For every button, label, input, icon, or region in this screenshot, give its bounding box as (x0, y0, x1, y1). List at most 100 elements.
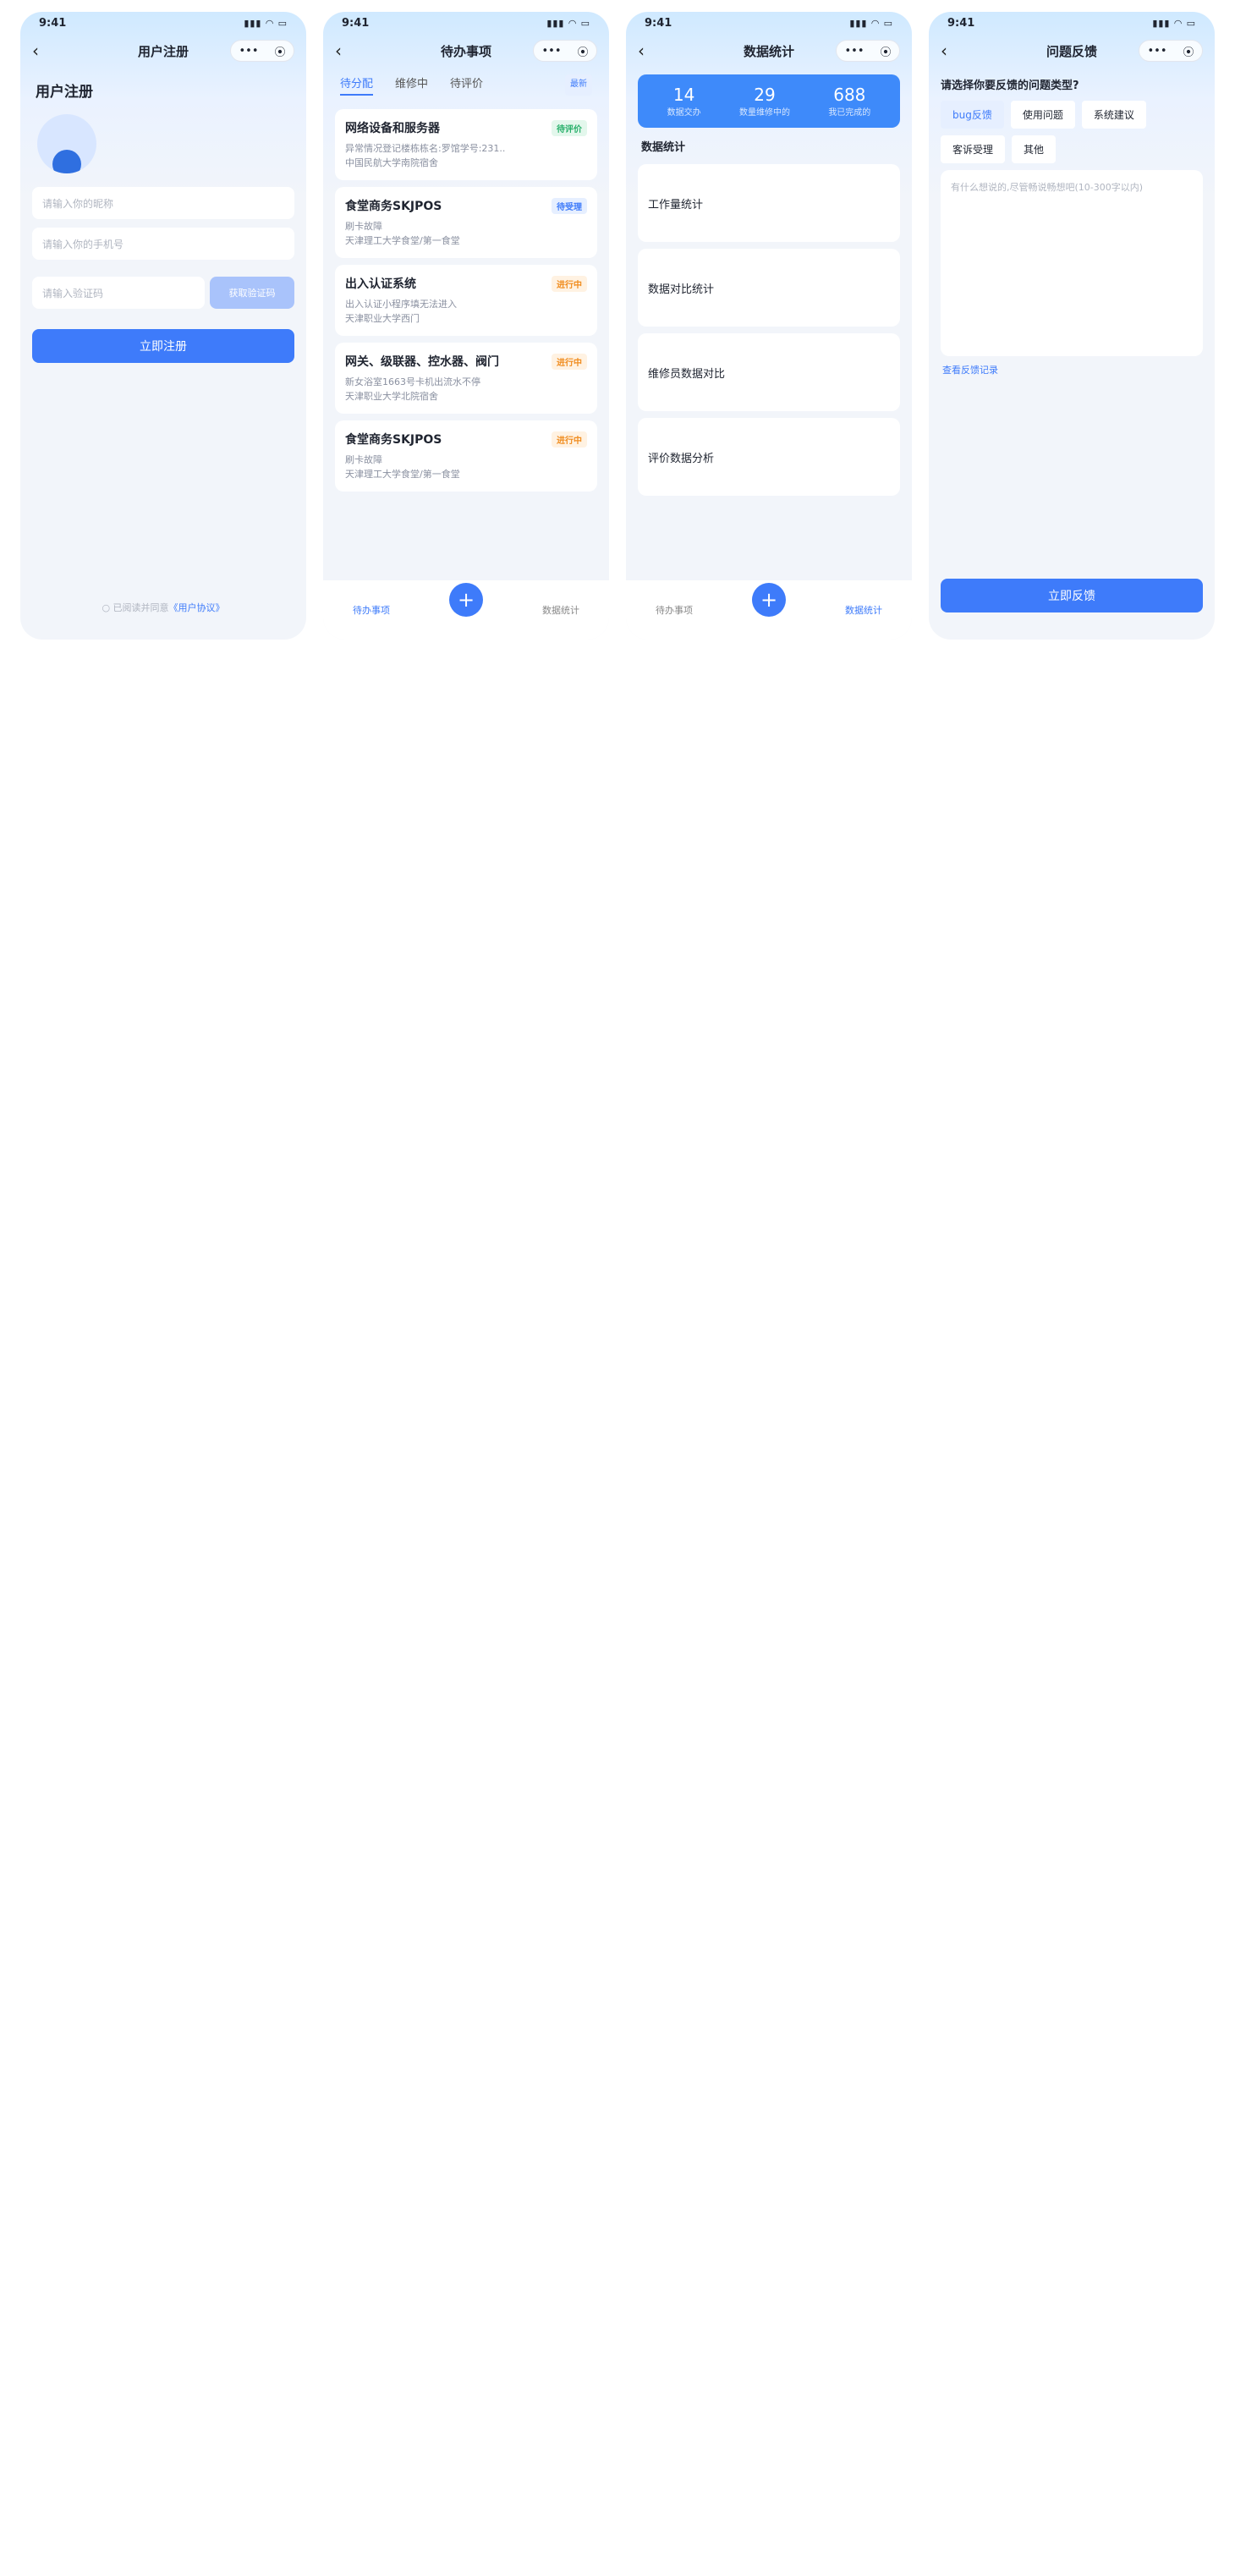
stats-worker-compare[interactable]: 维修员数据对比 (638, 333, 900, 411)
screen-stats: 9:41 ▮▮▮ ◠ ▭ ‹ 数据统计 ••• ⦿ 14 数据交办 29 数量维修中的 … (626, 12, 912, 640)
repair-title: 食堂商务SKJPOS (345, 200, 442, 213)
add-icon[interactable]: + (752, 583, 786, 617)
feedback-textarea[interactable]: 有什么想说的,尽管畅说畅想吧(10-300字以内) (941, 170, 1203, 356)
more-icon[interactable]: ••• (541, 45, 561, 58)
repair-card[interactable]: 出入认证系统 进行中出入认证小程序填无法进入 天津职业大学西门 (335, 265, 597, 336)
status-time: 9:41 (342, 16, 370, 30)
repair-card-header: 食堂商务SKJPOS 进行中 (345, 431, 587, 448)
avatar-icon (52, 150, 81, 173)
repair-desc: 出入认证小程序填无法进入 (345, 299, 457, 310)
feedback-types: bug反馈 使用问题 系统建议 客诉受理 其他 (941, 101, 1203, 163)
sort-filter[interactable]: 最新 (565, 74, 592, 96)
back-icon[interactable]: ‹ (32, 41, 39, 61)
back-icon[interactable]: ‹ (941, 41, 947, 61)
close-mini-icon[interactable]: ⦿ (880, 43, 891, 59)
repair-title: 出入认证系统 (345, 277, 416, 291)
feedback-question: 请选择你要反馈的问题类型? (941, 80, 1079, 92)
records-link[interactable]: 查看反馈记录 (942, 363, 1201, 376)
status-bar: 9:41 ▮▮▮ ◠ ▭ (323, 12, 609, 34)
close-mini-icon[interactable]: ⦿ (274, 43, 285, 59)
agree-checkbox[interactable]: ○ (102, 602, 113, 613)
back-icon[interactable]: ‹ (335, 41, 342, 61)
tab-pending-review[interactable]: 待评价 (450, 74, 483, 96)
stat-label: 我已完成的 (828, 108, 871, 118)
tabbar-stats[interactable]: 数据统计 (542, 603, 579, 617)
more-icon[interactable]: ••• (1147, 45, 1166, 58)
status-badge: 进行中 (552, 275, 587, 292)
status-bar: 9:41 ▮▮▮ ◠ ▭ (929, 12, 1215, 34)
repair-card-header: 出入认证系统 进行中 (345, 275, 587, 292)
status-time: 9:41 (645, 16, 672, 30)
repair-title: 网关、级联器、控水器、阀门 (345, 355, 499, 369)
status-badge: 待受理 (552, 197, 587, 214)
close-mini-icon[interactable]: ⦿ (577, 43, 588, 59)
todo-list: 网络设备和服务器 待评价 异常情况登记楼栋栋名:罗馆学号:231.. 中国民航大学南院… (323, 109, 609, 492)
repair-location: 天津职业大学北院宿舍 (345, 391, 438, 402)
status-badge: 待评价 (552, 119, 587, 136)
repair-card[interactable]: 食堂商务SKJPOS 待受理 刷卡故障 天津理工大学食堂/第一食堂 (335, 187, 597, 258)
status-badge: 进行中 (552, 431, 587, 448)
repair-title: 食堂商务SKJPOS (345, 433, 442, 447)
type-complaint[interactable]: 客诉受理 (941, 135, 1006, 163)
stat-block: 14 数据交办 (667, 85, 701, 118)
tabbar-stats[interactable]: 数据统计 (845, 603, 882, 617)
repair-desc: 刷卡故障 (345, 221, 382, 232)
add-icon[interactable]: + (449, 583, 483, 617)
get-code-button[interactable]: 获取验证码 (210, 277, 294, 309)
screen-todo: 9:41 ▮▮▮ ◠ ▭ ‹ 待办事项 ••• ⦿ 待分配 维修中 待评价 最新 网… (323, 12, 609, 640)
screen-feedback: 9:41 ▮▮▮ ◠ ▭ ‹ 问题反馈 ••• ⦿ 请选择你要反馈的问题类型? bu… (929, 12, 1215, 640)
repair-location: 天津职业大学西门 (345, 313, 420, 324)
repair-card[interactable]: 网络设备和服务器 待评价 异常情况登记楼栋栋名:罗馆学号:231.. 中国民航大学南院… (335, 109, 597, 180)
phone-input[interactable]: 请输入你的手机号 (32, 228, 294, 260)
tabbar: 待办事项 + 数据统计 (626, 580, 912, 640)
more-icon[interactable]: ••• (239, 45, 258, 58)
register-heading: 用户注册 (36, 84, 93, 101)
repair-card-header: 网络设备和服务器 待评价 (345, 119, 587, 136)
stat-value: 688 (833, 85, 866, 105)
repair-location: 天津理工大学食堂/第一食堂 (345, 469, 460, 480)
tabbar-todo[interactable]: 待办事项 (353, 603, 390, 617)
tabbar-todo[interactable]: 待办事项 (656, 603, 693, 617)
type-usage[interactable]: 使用问题 (1010, 101, 1075, 129)
tab-repairing[interactable]: 维修中 (395, 74, 428, 96)
stat-label: 数据交办 (667, 108, 701, 118)
capsule-menu[interactable]: ••• ⦿ (836, 40, 900, 62)
status-time: 9:41 (947, 16, 975, 30)
repair-card[interactable]: 网关、级联器、控水器、阀门 进行中新女浴室1663号卡机出流水不停 天津职业大学北院… (335, 343, 597, 414)
stats-evaluation[interactable]: 评价数据分析 (638, 418, 900, 496)
repair-desc: 新女浴室1663号卡机出流水不停 (345, 376, 480, 387)
capsule-menu[interactable]: ••• ⦿ (1139, 40, 1203, 62)
close-mini-icon[interactable]: ⦿ (1183, 43, 1194, 59)
stat-block: 688 我已完成的 (828, 85, 870, 118)
repair-card[interactable]: 食堂商务SKJPOS 进行中刷卡故障天津理工大学食堂/第一食堂 (335, 420, 597, 492)
signal-icons: ▮▮▮ ◠ ▭ (546, 17, 590, 29)
code-row: 请输入验证码 获取验证码 (20, 268, 306, 319)
repair-desc: 刷卡故障 (345, 454, 382, 465)
nickname-input[interactable]: 请输入你的昵称 (32, 187, 294, 219)
stats-summary: 14 数据交办 29 数量维修中的 688 我已完成的 (638, 74, 900, 128)
agree-text: 已阅读并同意 (113, 602, 169, 613)
tab-unassigned[interactable]: 待分配 (340, 74, 374, 96)
back-icon[interactable]: ‹ (638, 41, 645, 61)
register-button[interactable]: 立即注册 (32, 329, 294, 363)
repair-card-header: 食堂商务SKJPOS 待受理 (345, 197, 587, 214)
type-other[interactable]: 其他 (1012, 135, 1057, 163)
repair-card-header: 网关、级联器、控水器、阀门 进行中 (345, 353, 587, 370)
capsule-menu[interactable]: ••• ⦿ (533, 40, 597, 62)
avatar-upload[interactable] (37, 114, 96, 173)
more-icon[interactable]: ••• (844, 45, 864, 58)
submit-feedback-button[interactable]: 立即反馈 (941, 579, 1203, 612)
agreement-link[interactable]: 《用户协议》 (169, 602, 225, 613)
type-bug[interactable]: bug反馈 (941, 101, 1004, 129)
agreement-row: ○ 已阅读并同意《用户协议》 (20, 601, 306, 614)
screen-grid: 9:41 ▮▮▮ ◠ ▭ ‹ 用户注册 ••• ⦿ 用户注册 请输入你的昵称 请输入… (20, 12, 1215, 640)
stats-workload[interactable]: 工作量统计 (638, 164, 900, 242)
signal-icons: ▮▮▮ ◠ ▭ (849, 17, 893, 29)
code-input[interactable]: 请输入验证码 (32, 277, 205, 309)
capsule-menu[interactable]: ••• ⦿ (230, 40, 294, 62)
stats-compare[interactable]: 数据对比统计 (638, 249, 900, 327)
repair-desc: 异常情况登记楼栋栋名:罗馆学号:231.. (345, 143, 506, 154)
status-time: 9:41 (39, 16, 67, 30)
stat-value: 14 (672, 85, 695, 105)
type-suggest[interactable]: 系统建议 (1081, 101, 1146, 129)
